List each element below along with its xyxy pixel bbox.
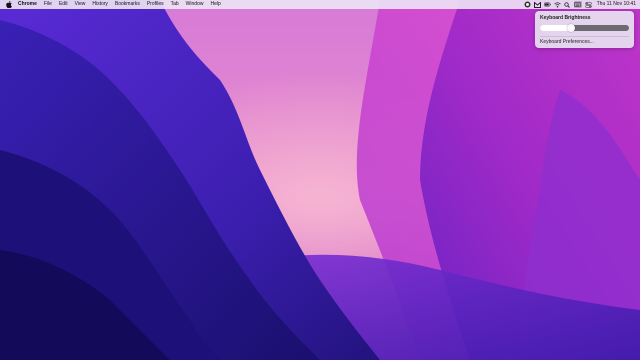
search-icon[interactable] (564, 1, 571, 8)
menu-edit[interactable]: Edit (59, 0, 68, 9)
wifi-icon[interactable] (553, 1, 561, 8)
wallpaper (0, 0, 640, 360)
menu-bar-clock[interactable]: Thu 11 Nov 10:41 (597, 0, 636, 9)
menu-app-name[interactable]: Chrome (18, 0, 37, 9)
menu-tab[interactable]: Tab (171, 0, 179, 9)
keyboard-brightness-title: Keyboard Brightness (540, 15, 591, 21)
menu-bar: Chrome File Edit View History Bookmarks … (0, 0, 640, 9)
menu-history[interactable]: History (92, 0, 108, 9)
popup-divider (540, 36, 629, 37)
control-center-icon[interactable] (584, 1, 592, 8)
menu-bookmarks[interactable]: Bookmarks (115, 0, 140, 9)
menu-view[interactable]: View (75, 0, 86, 9)
battery-icon[interactable] (543, 1, 551, 8)
apple-logo-icon[interactable] (6, 1, 12, 9)
menu-profiles[interactable]: Profiles (147, 0, 164, 9)
gmail-icon[interactable] (533, 1, 541, 8)
extension-icon[interactable] (524, 1, 531, 8)
keyboard-brightness-popup: Keyboard Brightness Keyboard Preferences… (535, 11, 634, 48)
keyboard-preferences-link[interactable]: Keyboard Preferences... (540, 39, 594, 45)
menu-window[interactable]: Window (186, 0, 204, 9)
keyboard-brightness-slider[interactable] (540, 24, 629, 32)
keyboard-brightness-icon[interactable] (573, 1, 582, 8)
menu-file[interactable]: File (44, 0, 52, 9)
menu-bar-left: Chrome File Edit View History Bookmarks … (0, 0, 228, 9)
menu-bar-status-area: Thu 11 Nov 10:41 (521, 0, 636, 9)
menu-help[interactable]: Help (210, 0, 220, 9)
desktop: Chrome File Edit View History Bookmarks … (0, 0, 640, 360)
